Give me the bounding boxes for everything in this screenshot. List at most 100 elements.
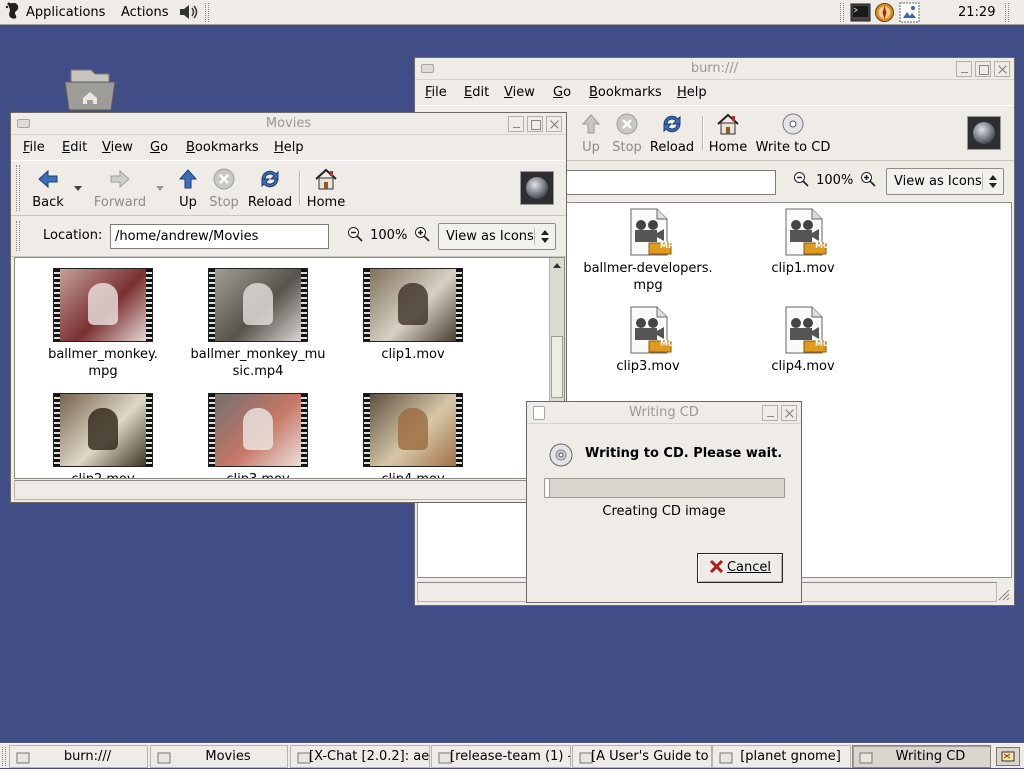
cancel-button[interactable]: Cancel xyxy=(697,553,783,583)
menu-file[interactable]: File xyxy=(425,81,447,105)
view-mode-select[interactable]: View as Icons xyxy=(886,168,1004,195)
menu-file[interactable]: File xyxy=(23,136,45,160)
taskbar-label: Movies xyxy=(205,749,251,764)
image-viewer-icon[interactable] xyxy=(899,2,920,23)
taskbar-button[interactable]: burn:/// xyxy=(9,745,148,768)
workspace-switcher-icon[interactable] xyxy=(996,747,1020,766)
throbber xyxy=(520,171,554,205)
menu-bookmarks[interactable]: Bookmarks xyxy=(589,81,662,105)
home-icon xyxy=(305,167,347,193)
scrollbar-thumb[interactable] xyxy=(551,336,563,398)
file-type-badge: MOV xyxy=(660,339,681,348)
stop-icon xyxy=(206,167,242,193)
close-button[interactable] xyxy=(994,61,1010,77)
video-thumbnail xyxy=(363,268,463,342)
maximize-button[interactable] xyxy=(527,116,543,132)
forward-history-arrow-icon[interactable] xyxy=(156,186,164,191)
foot-icon[interactable] xyxy=(5,0,21,25)
zoom-controls: 100% xyxy=(793,171,877,191)
file-type-badge: MPG xyxy=(660,241,681,250)
dialog-titlebar[interactable]: Writing CD xyxy=(527,402,801,424)
home-button[interactable]: Home xyxy=(305,167,347,210)
close-button[interactable] xyxy=(546,116,562,132)
video-thumbnail-item[interactable]: ballmer_monkey_mu sic.mp4 xyxy=(188,268,328,380)
stop-button[interactable]: Stop xyxy=(609,112,645,155)
menubar: File Edit View Go Bookmarks Help xyxy=(11,136,566,160)
updown-arrows-icon xyxy=(541,230,549,243)
back-arrow-icon xyxy=(29,167,67,193)
stop-button[interactable]: Stop xyxy=(206,167,242,210)
write-to-cd-button[interactable]: Write to CD xyxy=(753,112,833,155)
zoom-in-icon[interactable] xyxy=(414,227,431,243)
taskbar-button[interactable]: Writing CD xyxy=(852,745,991,768)
reload-button[interactable]: Reload xyxy=(246,167,294,210)
video-thumbnail-item[interactable]: clip2.mov xyxy=(33,393,173,478)
back-history-arrow-icon[interactable] xyxy=(74,186,82,191)
menu-help[interactable]: Help xyxy=(274,136,304,160)
movies-icon-view[interactable]: ballmer_monkey. mpg ballmer_monkey_mu sic… xyxy=(14,257,565,479)
minimize-button[interactable] xyxy=(956,61,972,77)
taskbar-button[interactable]: [release-team (1) - xyxy=(431,745,571,768)
taskbar-button[interactable]: [planet gnome] xyxy=(712,745,851,768)
video-thumbnail-item[interactable]: clip4.mov xyxy=(343,393,483,478)
up-arrow-icon xyxy=(172,167,204,193)
applications-menu[interactable]: Applications xyxy=(26,0,105,25)
toolbar-grip[interactable] xyxy=(16,165,20,211)
video-thumbnail-item[interactable]: clip1.mov xyxy=(343,268,483,363)
taskbar-button[interactable]: Movies xyxy=(150,745,288,768)
location-grip[interactable] xyxy=(16,221,20,251)
view-mode-select[interactable]: View as Icons xyxy=(438,223,556,250)
file-name: clip1.mov xyxy=(771,261,835,276)
zoom-out-icon[interactable] xyxy=(347,227,363,243)
menu-view[interactable]: View xyxy=(102,136,133,160)
zoom-in-icon[interactable] xyxy=(860,172,877,188)
taskbar-label: [X-Chat [2.0.2]: ae xyxy=(309,749,430,764)
forward-button[interactable]: Forward xyxy=(91,167,149,210)
window-title: burn:/// xyxy=(690,61,739,76)
minimize-button[interactable] xyxy=(762,405,778,421)
zoom-level[interactable]: 100% xyxy=(370,228,407,243)
home-button[interactable]: Home xyxy=(708,112,748,155)
menu-go[interactable]: Go xyxy=(553,81,571,105)
actions-menu[interactable]: Actions xyxy=(121,0,169,25)
menu-edit[interactable]: Edit xyxy=(464,81,489,105)
menu-go[interactable]: Go xyxy=(150,136,168,160)
burn-titlebar[interactable]: burn:/// xyxy=(415,58,1014,80)
video-thumbnail-item[interactable]: ballmer_monkey. mpg xyxy=(33,268,173,380)
volume-icon[interactable] xyxy=(178,2,200,27)
taskbar-button[interactable]: [X-Chat [2.0.2]: ae xyxy=(290,745,430,768)
minimize-button[interactable] xyxy=(508,116,524,132)
menu-help[interactable]: Help xyxy=(677,81,707,105)
video-thumbnail-item[interactable]: clip3.mov xyxy=(188,393,328,478)
zoom-level[interactable]: 100% xyxy=(816,173,853,188)
file-name: ballmer_monkey. mpg xyxy=(48,347,158,379)
up-button[interactable]: Up xyxy=(172,167,204,210)
location-field[interactable]: /home/andrew/Movies xyxy=(110,224,329,249)
file-name: clip3.mov xyxy=(616,359,680,374)
menu-edit[interactable]: Edit xyxy=(62,136,87,160)
window-title: Movies xyxy=(265,116,312,131)
terminal-icon[interactable] xyxy=(850,2,871,23)
zoom-out-icon[interactable] xyxy=(793,172,809,188)
movies-titlebar[interactable]: Movies xyxy=(11,113,566,135)
statusbar xyxy=(14,480,563,500)
menu-view[interactable]: View xyxy=(504,81,535,105)
file-icon-item[interactable]: MOV clip4.mov xyxy=(733,305,873,375)
reload-button[interactable]: Reload xyxy=(649,112,695,155)
home-folder-icon[interactable] xyxy=(63,68,117,112)
clock[interactable]: 21:29 xyxy=(958,0,995,25)
resize-grip-icon[interactable] xyxy=(996,587,1010,601)
file-icon-item[interactable]: MOV clip1.mov xyxy=(733,207,873,277)
menu-bookmarks[interactable]: Bookmarks xyxy=(186,136,259,160)
scroll-up-arrow-icon[interactable] xyxy=(553,263,561,268)
taskbar-button[interactable]: [A User's Guide to : xyxy=(572,745,712,768)
panel-separator xyxy=(2,747,6,766)
file-icon-item[interactable]: MOV clip3.mov xyxy=(578,305,718,375)
location-field[interactable] xyxy=(565,170,776,195)
file-icon-item[interactable]: MPG ballmer-developers. mpg xyxy=(578,207,718,294)
close-button[interactable] xyxy=(781,405,797,421)
maximize-button[interactable] xyxy=(975,61,991,77)
up-button[interactable]: Up xyxy=(575,112,607,155)
back-button[interactable]: Back xyxy=(29,167,67,210)
compass-icon[interactable] xyxy=(874,2,895,23)
